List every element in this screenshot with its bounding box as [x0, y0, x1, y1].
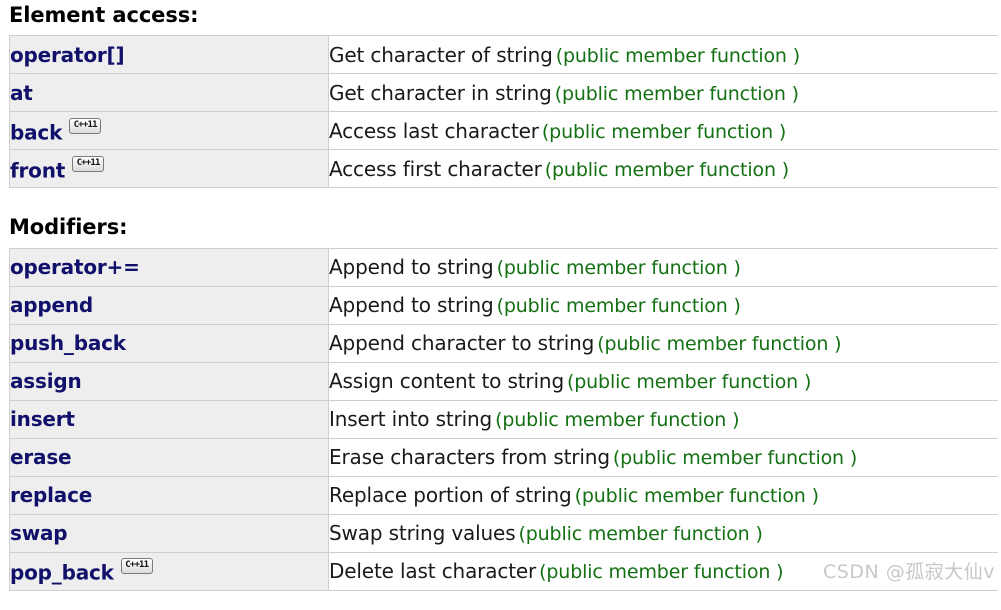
member-kind-note: (public member function ) [496, 295, 741, 317]
table-row: erase Erase characters from string (publi… [9, 437, 998, 477]
member-name-cell: operator[] [9, 35, 329, 75]
cpp11-badge-icon: C++11 [69, 117, 102, 134]
section-heading-text: Element access [9, 3, 191, 27]
member-kind-note: (public member function ) [555, 44, 800, 67]
member-table-element-access: operator[] Get character of string (publi… [9, 35, 998, 189]
member-kind-note: (public member function ) [495, 409, 740, 431]
member-description: Append character to string [329, 331, 595, 355]
member-link[interactable]: replace [10, 483, 92, 507]
member-description: Replace portion of string [329, 483, 572, 507]
table-row: operator[] Get character of string (publi… [9, 35, 998, 75]
member-table-body: operator+= Append to string (public membe… [9, 247, 998, 591]
member-desc-cell: Append to string (public member function … [328, 285, 998, 325]
member-kind-note: (public member function ) [612, 447, 858, 469]
member-link[interactable]: assign [10, 369, 82, 393]
member-name-cell: pop_back C++11 [9, 551, 329, 591]
member-description: Get character in string [329, 80, 552, 105]
member-link[interactable]: front [10, 158, 65, 182]
member-desc-cell: Access last character (public member func… [328, 111, 998, 151]
table-row: front C++11 Access first character (public… [9, 149, 998, 189]
cpp11-badge-icon: C++11 [120, 557, 153, 574]
member-desc-cell: Delete last character (public member func… [328, 551, 998, 591]
table-row: replace Replace portion of string (public… [9, 475, 998, 515]
member-desc-cell: Get character in string (public member fu… [328, 73, 998, 113]
section-modifiers: Modifiers: operator+= Append to string (p… [0, 188, 1001, 591]
member-desc-cell: Get character of string (public member fu… [328, 35, 998, 75]
table-row: swap Swap string values (public member fu… [9, 513, 998, 553]
member-name-cell: back C++11 [9, 111, 329, 151]
section-heading-colon: : [190, 3, 199, 27]
reference-page: Element access: operator[] Get character… [0, 0, 1001, 591]
member-desc-cell: Append character to string (public member… [328, 323, 998, 363]
member-kind-note: (public member function ) [518, 523, 763, 545]
member-name-cell: operator+= [9, 247, 329, 287]
member-kind-note: (public member function ) [566, 371, 812, 393]
table-row: operator+= Append to string (public membe… [9, 247, 998, 287]
member-description: Delete last character [329, 559, 537, 583]
member-name-cell: insert [9, 399, 329, 439]
table-row: append Append to string (public member fu… [9, 285, 998, 325]
member-desc-cell: Swap string values (public member functio… [328, 513, 998, 553]
member-name-cell: push_back [9, 323, 329, 363]
member-description: Access first character [329, 156, 542, 181]
table-row: insert Insert into string (public member … [9, 399, 998, 439]
table-row: back C++11 Access last character (public m… [9, 111, 998, 151]
member-kind-note: (public member function ) [539, 561, 784, 583]
member-link[interactable]: insert [10, 407, 75, 431]
member-link[interactable]: at [10, 81, 33, 105]
member-link[interactable]: operator[] [10, 43, 125, 67]
member-description: Get character of string [329, 42, 553, 67]
member-name-cell: replace [9, 475, 329, 515]
member-desc-cell: Replace portion of string (public member … [328, 475, 998, 515]
member-name-cell: swap [9, 513, 329, 553]
member-description: Append to string [329, 293, 494, 317]
member-description: Insert into string [329, 407, 493, 431]
member-name-cell: front C++11 [9, 149, 329, 189]
section-element-access: Element access: operator[] Get character… [0, 0, 1001, 189]
member-link[interactable]: operator+= [10, 255, 140, 279]
member-desc-cell: Assign content to string (public member f… [328, 361, 998, 401]
member-link[interactable]: back [10, 120, 62, 144]
member-description: Access last character [329, 118, 539, 143]
cpp11-badge-icon: C++11 [72, 155, 105, 172]
member-name-cell: at [9, 73, 329, 113]
member-kind-note: (public member function ) [496, 257, 741, 279]
member-description: Swap string values [329, 521, 516, 545]
table-row: assign Assign content to string (public m… [9, 361, 998, 401]
member-desc-cell: Erase characters from string (public memb… [328, 437, 998, 477]
table-row: push_back Append character to string (pub… [9, 323, 998, 363]
member-kind-note: (public member function ) [574, 485, 819, 507]
section-heading-modifiers: Modifiers: [0, 214, 1001, 240]
member-kind-note: (public member function ) [544, 158, 789, 181]
table-row: at Get character in string (public member… [9, 73, 998, 113]
member-table-modifiers: operator+= Append to string (public membe… [9, 247, 998, 591]
member-desc-cell: Access first character (public member fun… [328, 149, 998, 189]
member-link[interactable]: append [10, 293, 93, 317]
member-description: Erase characters from string [329, 445, 610, 469]
member-kind-note: (public member function ) [541, 120, 787, 143]
member-name-cell: erase [9, 437, 329, 477]
section-heading-element-access: Element access: [0, 2, 1001, 28]
member-desc-cell: Insert into string (public member functio… [328, 399, 998, 439]
section-heading-colon: : [119, 215, 128, 240]
member-link[interactable]: push_back [10, 331, 126, 355]
member-kind-note: (public member function ) [554, 82, 799, 105]
member-name-cell: assign [9, 361, 329, 401]
member-description: Append to string [329, 255, 494, 279]
member-name-cell: append [9, 285, 329, 325]
member-description: Assign content to string [329, 369, 564, 393]
member-desc-cell: Append to string (public member function … [328, 247, 998, 287]
section-heading-text: Modifiers [9, 215, 120, 240]
member-table-body: operator[] Get character of string (publi… [9, 35, 998, 189]
member-kind-note: (public member function ) [597, 333, 842, 355]
member-link[interactable]: pop_back [10, 560, 114, 584]
member-link[interactable]: swap [10, 521, 68, 545]
member-link[interactable]: erase [10, 445, 72, 469]
table-row: pop_back C++11 Delete last character (publ… [9, 551, 998, 591]
